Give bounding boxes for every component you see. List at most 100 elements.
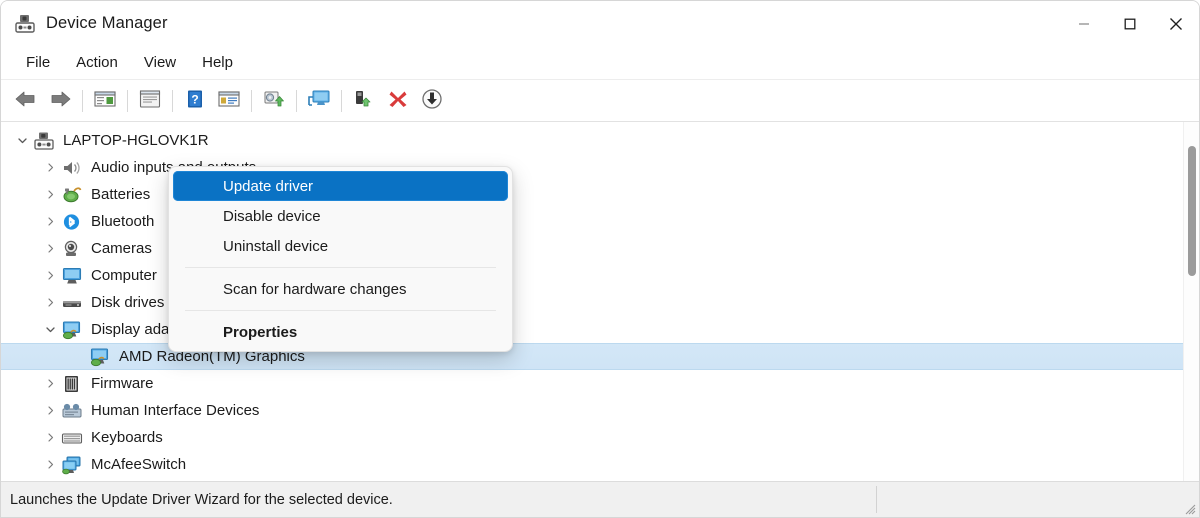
toolbar: ? xyxy=(1,81,1199,122)
menu-help[interactable]: Help xyxy=(191,51,244,74)
camera-icon xyxy=(61,239,83,259)
status-bar-divider xyxy=(876,486,877,513)
back-button[interactable] xyxy=(9,85,43,117)
toolbar-separator xyxy=(251,90,252,112)
chevron-right-icon[interactable] xyxy=(39,162,61,173)
keyboard-icon xyxy=(61,428,83,448)
tree-item-label: Computer xyxy=(91,267,157,284)
tree-item-human-interface-devices[interactable]: Human Interface Devices xyxy=(1,397,1183,424)
chevron-right-icon[interactable] xyxy=(39,297,61,308)
properties-window-icon xyxy=(138,89,162,114)
resize-grip[interactable] xyxy=(1184,502,1196,515)
chevron-right-icon[interactable] xyxy=(39,243,61,254)
forward-arrow-icon xyxy=(48,89,72,114)
tree-item-label: Bluetooth xyxy=(91,213,155,230)
device-manager-window: Device Manager File Action View Help ? L… xyxy=(0,0,1200,518)
menu-bar: File Action View Help xyxy=(1,46,1199,80)
device-manager-icon xyxy=(14,13,36,35)
chevron-right-icon[interactable] xyxy=(39,270,61,281)
computer-root-icon xyxy=(33,131,55,151)
toolbar-separator xyxy=(127,90,128,112)
chevron-right-icon[interactable] xyxy=(39,459,61,470)
bluetooth-icon xyxy=(61,212,83,232)
vertical-scrollbar[interactable] xyxy=(1183,122,1199,481)
help-button[interactable]: ? xyxy=(178,85,212,117)
context-menu-item-label: Scan for hardware changes xyxy=(223,280,407,298)
window-controls xyxy=(1061,1,1199,46)
details-pane-icon xyxy=(217,89,241,114)
context-menu-item-label: Properties xyxy=(223,323,298,341)
update-driver-button[interactable] xyxy=(257,85,291,117)
disk-drive-icon xyxy=(61,293,83,313)
update-driver-icon xyxy=(262,89,286,114)
tree-item-label: Disk drives xyxy=(91,294,165,311)
tree-item-label: Firmware xyxy=(91,375,154,392)
show-details-button[interactable] xyxy=(212,85,246,117)
properties-button[interactable] xyxy=(133,85,167,117)
menu-action[interactable]: Action xyxy=(65,51,129,74)
menu-file[interactable]: File xyxy=(15,51,61,74)
forward-button[interactable] xyxy=(43,85,77,117)
down-arrow-circle-icon xyxy=(421,88,443,115)
maximize-button[interactable] xyxy=(1107,1,1153,46)
toolbar-separator xyxy=(172,90,173,112)
tree-item-label: Cameras xyxy=(91,240,152,257)
toolbar-separator xyxy=(82,90,83,112)
chevron-right-icon[interactable] xyxy=(39,189,61,200)
svg-text:?: ? xyxy=(191,92,198,106)
chevron-down-icon[interactable] xyxy=(11,135,33,146)
scan-monitor-icon xyxy=(307,89,331,114)
uninstall-device-button[interactable] xyxy=(381,85,415,117)
show-hide-console-tree-button[interactable] xyxy=(88,85,122,117)
close-button[interactable] xyxy=(1153,1,1199,46)
ctx-disable-device[interactable]: Disable device xyxy=(173,201,508,231)
red-x-icon xyxy=(388,89,408,114)
context-menu[interactable]: Update driver Disable device Uninstall dev… xyxy=(168,166,513,352)
console-tree-icon xyxy=(93,89,117,114)
tree-item-firmware[interactable]: Firmware xyxy=(1,370,1183,397)
add-device-icon xyxy=(352,89,376,114)
menu-view[interactable]: View xyxy=(133,51,187,74)
status-bar: Launches the Update Driver Wizard for th… xyxy=(1,481,1199,517)
back-arrow-icon xyxy=(14,89,38,114)
tree-item-mcafeeswitch[interactable]: McAfeeSwitch xyxy=(1,451,1183,478)
tree-item-label: Batteries xyxy=(91,186,151,203)
context-menu-item-label: Disable device xyxy=(223,207,321,225)
disable-device-button[interactable] xyxy=(415,85,449,117)
context-menu-separator xyxy=(185,310,496,311)
ctx-properties[interactable]: Properties xyxy=(173,317,508,347)
add-legacy-hardware-button[interactable] xyxy=(347,85,381,117)
tree-item-keyboards[interactable]: Keyboards xyxy=(1,424,1183,451)
context-menu-separator xyxy=(185,267,496,268)
scan-hardware-changes-button[interactable] xyxy=(302,85,336,117)
status-message: Launches the Update Driver Wizard for th… xyxy=(10,491,393,508)
tree-item-label: McAfeeSwitch xyxy=(91,456,187,473)
minimize-button[interactable] xyxy=(1061,1,1107,46)
display-adapter-icon xyxy=(89,347,111,367)
window-title: Device Manager xyxy=(46,14,168,32)
firmware-icon xyxy=(61,374,83,394)
ctx-update-driver[interactable]: Update driver xyxy=(173,171,508,201)
hid-icon xyxy=(61,401,83,421)
title-bar: Device Manager xyxy=(1,1,1199,46)
ctx-uninstall-device[interactable]: Uninstall device xyxy=(173,231,508,261)
chevron-down-icon[interactable] xyxy=(39,324,61,335)
mcafee-switch-icon xyxy=(61,455,83,475)
tree-item-label: Human Interface Devices xyxy=(91,402,260,419)
chevron-right-icon[interactable] xyxy=(39,216,61,227)
scrollbar-thumb[interactable] xyxy=(1188,146,1196,276)
context-menu-item-label: Update driver xyxy=(223,177,314,195)
battery-icon xyxy=(61,185,83,205)
chevron-right-icon[interactable] xyxy=(39,378,61,389)
speaker-icon xyxy=(61,158,83,178)
chevron-right-icon[interactable] xyxy=(39,405,61,416)
ctx-scan-hardware-changes[interactable]: Scan for hardware changes xyxy=(173,274,508,304)
help-question-icon: ? xyxy=(185,89,205,114)
tree-item-laptop-hglovk1r[interactable]: LAPTOP-HGLOVK1R xyxy=(1,127,1183,154)
tree-item-label: Keyboards xyxy=(91,429,163,446)
chevron-right-icon[interactable] xyxy=(39,432,61,443)
tree-item-label: LAPTOP-HGLOVK1R xyxy=(63,132,209,149)
monitor-icon xyxy=(61,266,83,286)
display-adapter-icon xyxy=(61,320,83,340)
toolbar-separator xyxy=(296,90,297,112)
